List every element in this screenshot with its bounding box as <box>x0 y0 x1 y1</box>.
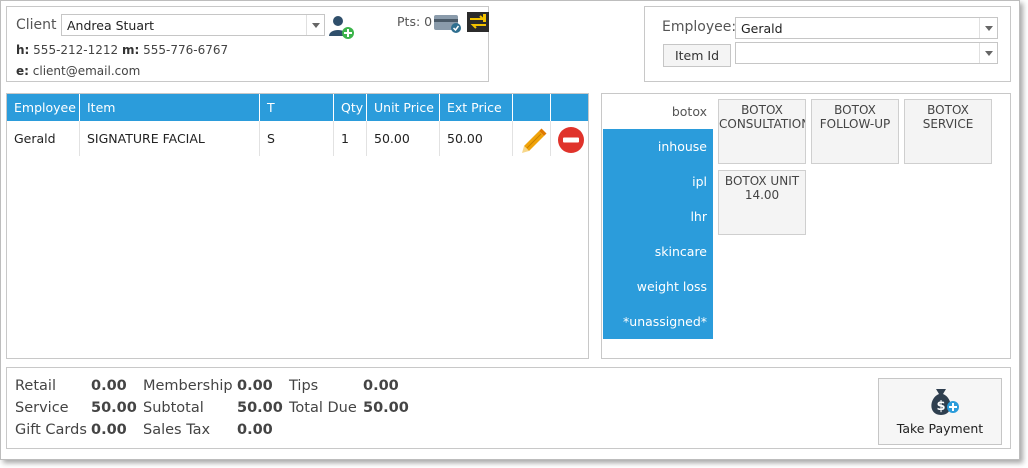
header-edit <box>513 94 551 121</box>
header-type[interactable]: T <box>260 94 334 121</box>
client-select[interactable]: Andrea Stuart <box>61 14 325 36</box>
cell-item: SIGNATURE FACIAL <box>80 121 260 156</box>
phone-line: h: 555-212-1212 m: 555-776-6767 <box>16 43 228 57</box>
email-line: e: client@email.com <box>16 64 140 78</box>
svg-text:$: $ <box>936 399 945 414</box>
cell-unit-price: 50.00 <box>367 121 440 156</box>
category-lhr[interactable]: lhr <box>603 199 713 234</box>
mobile-phone: 555-776-6767 <box>143 43 229 57</box>
tips-label: Tips <box>289 378 319 394</box>
cell-ext-price: 50.00 <box>440 121 513 156</box>
client-panel: Client Andrea Stuart Pts: 0 h: 555-212-1… <box>6 6 489 82</box>
retail-value: 0.00 <box>91 378 127 394</box>
product-tile[interactable]: BOTOX UNIT 14.00 <box>718 170 806 235</box>
line-items-table: Employee Item T Qty Unit Price Ext Price… <box>6 93 589 359</box>
item-id-button[interactable]: Item Id <box>663 44 731 67</box>
category-skincare[interactable]: skincare <box>603 234 713 269</box>
money-bag-icon: $ <box>931 389 959 415</box>
header-delete <box>551 94 588 121</box>
credit-card-icon[interactable] <box>433 12 463 34</box>
category-weight-loss[interactable]: weight loss <box>603 269 713 304</box>
tips-value: 0.00 <box>363 378 399 394</box>
product-price: 14.00 <box>744 188 780 202</box>
table-row[interactable]: Gerald SIGNATURE FACIAL S 1 50.00 50.00 <box>7 121 588 156</box>
total-due-label: Total Due <box>289 400 357 416</box>
employee-selected: Gerald <box>741 21 783 36</box>
take-payment-label: Take Payment <box>896 421 984 436</box>
product-subtitle: FOLLOW-UP <box>819 117 891 131</box>
employee-select[interactable]: Gerald <box>735 17 998 39</box>
product-name: BOTOX UNIT <box>724 174 800 188</box>
employee-label: Employee: <box>662 19 737 35</box>
membership-label: Membership <box>143 378 233 394</box>
product-tile[interactable]: BOTOX FOLLOW-UP <box>811 99 899 164</box>
transfer-icon[interactable] <box>466 11 490 33</box>
pos-window: Client Andrea Stuart Pts: 0 h: 555-212-1… <box>0 0 1020 460</box>
table-header: Employee Item T Qty Unit Price Ext Price <box>7 94 588 121</box>
category-panel: botox inhouse ipl lhr skincare weight lo… <box>601 93 1011 359</box>
home-phone-label: h: <box>16 43 30 57</box>
take-payment-button[interactable]: $ Take Payment <box>878 378 1002 445</box>
gift-cards-label: Gift Cards <box>15 422 87 438</box>
total-due-value: 50.00 <box>363 400 409 416</box>
item-id-select[interactable] <box>735 42 998 64</box>
header-unit-price[interactable]: Unit Price <box>367 94 440 121</box>
category-unassigned[interactable]: *unassigned* <box>603 304 713 339</box>
product-subtitle: CONSULTATION <box>719 117 806 131</box>
category-inhouse[interactable]: inhouse <box>603 129 713 164</box>
membership-value: 0.00 <box>237 378 273 394</box>
product-name: BOTOX <box>741 103 783 117</box>
mobile-phone-label: m: <box>122 43 140 57</box>
employee-panel: Employee: Gerald Item Id <box>644 6 1011 82</box>
chevron-down-icon[interactable] <box>979 43 997 63</box>
delete-icon[interactable] <box>557 126 585 154</box>
cell-qty: 1 <box>334 121 367 156</box>
client-email: client@email.com <box>32 64 141 78</box>
gift-cards-value: 0.00 <box>91 422 127 438</box>
add-user-icon[interactable] <box>328 14 356 40</box>
service-label: Service <box>15 400 69 416</box>
cell-type: S <box>260 121 334 156</box>
header-qty[interactable]: Qty <box>334 94 367 121</box>
product-name: BOTOX <box>927 103 969 117</box>
pencil-icon[interactable] <box>519 125 549 153</box>
product-name: BOTOX <box>834 103 876 117</box>
subtotal-value: 50.00 <box>237 400 283 416</box>
client-name: Andrea Stuart <box>67 18 155 33</box>
chevron-down-icon[interactable] <box>306 15 324 35</box>
points-label: Pts: 0 <box>397 14 433 29</box>
category-botox[interactable]: botox <box>603 94 713 129</box>
subtotal-label: Subtotal <box>143 400 204 416</box>
header-ext-price[interactable]: Ext Price <box>440 94 513 121</box>
category-ipl[interactable]: ipl <box>603 164 713 199</box>
client-label: Client <box>16 17 57 33</box>
product-subtitle: SERVICE <box>922 117 974 131</box>
sales-tax-label: Sales Tax <box>143 422 211 438</box>
email-label: e: <box>16 64 29 78</box>
service-value: 50.00 <box>91 400 137 416</box>
header-item[interactable]: Item <box>80 94 260 121</box>
sales-tax-value: 0.00 <box>237 422 273 438</box>
home-phone: 555-212-1212 <box>33 43 119 57</box>
product-tile[interactable]: BOTOX SERVICE <box>904 99 992 164</box>
header-employee[interactable]: Employee <box>7 94 80 121</box>
cell-employee: Gerald <box>7 121 80 156</box>
chevron-down-icon[interactable] <box>979 18 997 38</box>
retail-label: Retail <box>15 378 56 394</box>
product-tile[interactable]: BOTOX CONSULTATION <box>718 99 806 164</box>
totals-panel: Retail 0.00 Service 50.00 Gift Cards 0.0… <box>6 367 1011 449</box>
